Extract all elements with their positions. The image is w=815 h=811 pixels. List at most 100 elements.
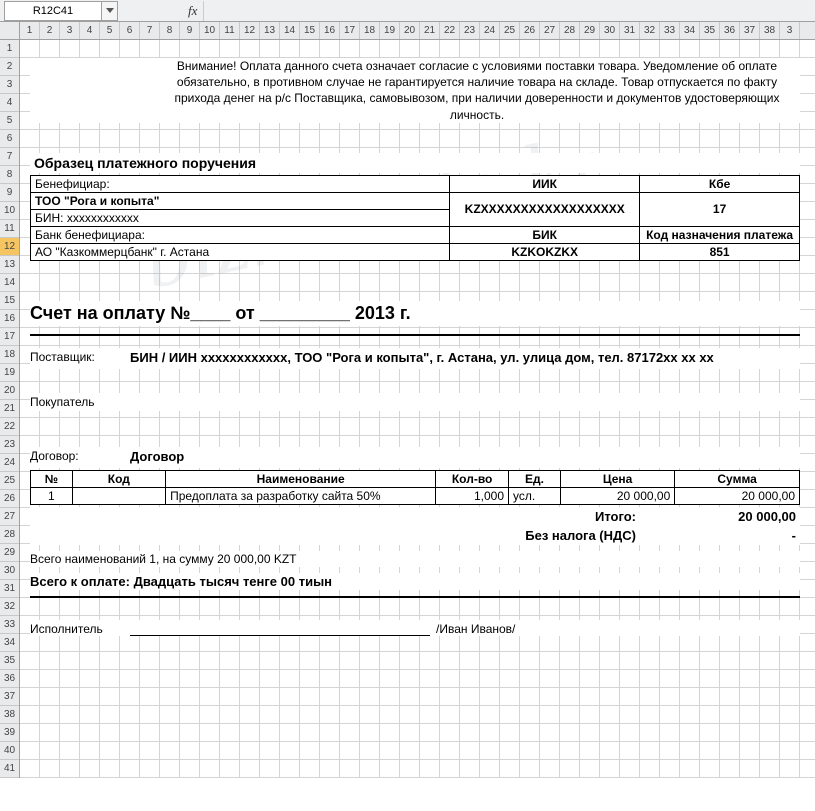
row-header[interactable]: 39 [0, 724, 19, 742]
column-header[interactable]: 31 [620, 22, 640, 39]
column-header[interactable]: 11 [220, 22, 240, 39]
row-header[interactable]: 35 [0, 652, 19, 670]
row-header[interactable]: 2 [0, 58, 19, 76]
row-header[interactable]: 17 [0, 328, 19, 346]
grid-content[interactable]: biznesinfo.kz Внимание! Оплата данного с… [20, 40, 815, 778]
row-header[interactable]: 9 [0, 184, 19, 202]
row-header[interactable]: 25 [0, 472, 19, 490]
column-header[interactable]: 21 [420, 22, 440, 39]
column-header[interactable]: 24 [480, 22, 500, 39]
row-header[interactable]: 29 [0, 544, 19, 562]
column-header[interactable]: 3 [60, 22, 80, 39]
column-header[interactable]: 32 [640, 22, 660, 39]
name-box[interactable]: R12C41 [4, 1, 102, 21]
column-header[interactable]: 30 [600, 22, 620, 39]
invoice-title: Счет на оплату №____ от _________ 2013 г… [30, 301, 800, 326]
row-header[interactable]: 38 [0, 706, 19, 724]
name-box-dropdown[interactable] [102, 1, 118, 21]
column-header[interactable]: 19 [380, 22, 400, 39]
col-no: № [31, 470, 73, 487]
column-header[interactable]: 23 [460, 22, 480, 39]
row-header[interactable]: 30 [0, 562, 19, 580]
column-header[interactable]: 13 [260, 22, 280, 39]
row-header[interactable]: 4 [0, 94, 19, 112]
row-header[interactable]: 12 [0, 238, 19, 256]
buyer-value [130, 395, 800, 409]
cell-price: 20 000,00 [560, 487, 674, 504]
row-header[interactable]: 11 [0, 220, 19, 238]
row-header[interactable]: 14 [0, 274, 19, 292]
row-header[interactable]: 26 [0, 490, 19, 508]
formula-input[interactable] [203, 1, 815, 21]
col-sum: Сумма [675, 470, 800, 487]
row-header[interactable]: 20 [0, 382, 19, 400]
row-header[interactable]: 34 [0, 634, 19, 652]
row-header[interactable]: 16 [0, 310, 19, 328]
row-header[interactable]: 18 [0, 346, 19, 364]
column-header[interactable]: 14 [280, 22, 300, 39]
row-header[interactable]: 32 [0, 598, 19, 616]
column-header[interactable]: 16 [320, 22, 340, 39]
column-header[interactable]: 9 [180, 22, 200, 39]
row-header[interactable]: 22 [0, 418, 19, 436]
column-headers: 1234567891011121314151617181920212223242… [0, 22, 815, 40]
column-header[interactable]: 12 [240, 22, 260, 39]
row-header[interactable]: 31 [0, 580, 19, 598]
supplier-label: Поставщик: [30, 350, 130, 367]
sample-label: Образец платежного поручения [30, 153, 800, 173]
supplier-value: БИН / ИИН xxxxxxxxxxxx, ТОО "Рога и копы… [130, 350, 800, 367]
column-header[interactable]: 34 [680, 22, 700, 39]
column-header[interactable]: 38 [760, 22, 780, 39]
column-header[interactable]: 6 [120, 22, 140, 39]
column-header[interactable]: 35 [700, 22, 720, 39]
column-header[interactable]: 4 [80, 22, 100, 39]
column-header[interactable]: 18 [360, 22, 380, 39]
column-header[interactable]: 2 [40, 22, 60, 39]
row-header[interactable]: 23 [0, 436, 19, 454]
row-header[interactable]: 13 [0, 256, 19, 274]
column-header[interactable]: 36 [720, 22, 740, 39]
formula-bar: R12C41 fx [0, 0, 815, 22]
row-header[interactable]: 33 [0, 616, 19, 634]
column-header[interactable]: 10 [200, 22, 220, 39]
column-header[interactable]: 20 [400, 22, 420, 39]
column-header[interactable]: 22 [440, 22, 460, 39]
row-header[interactable]: 24 [0, 454, 19, 472]
column-header[interactable]: 5 [100, 22, 120, 39]
row-header[interactable]: 27 [0, 508, 19, 526]
row-header[interactable]: 36 [0, 670, 19, 688]
row-header[interactable]: 6 [0, 130, 19, 148]
row-header[interactable]: 8 [0, 166, 19, 184]
column-header[interactable]: 7 [140, 22, 160, 39]
row-header[interactable]: 1 [0, 40, 19, 58]
fx-icon[interactable]: fx [188, 3, 197, 19]
row-header[interactable]: 3 [0, 76, 19, 94]
row-header[interactable]: 40 [0, 742, 19, 760]
column-header[interactable]: 8 [160, 22, 180, 39]
column-header[interactable]: 3 [780, 22, 800, 39]
column-header[interactable]: 29 [580, 22, 600, 39]
select-all-corner[interactable] [0, 22, 20, 39]
row-header[interactable]: 37 [0, 688, 19, 706]
document-overlay: Внимание! Оплата данного счета означает … [30, 40, 800, 636]
row-header[interactable]: 5 [0, 112, 19, 130]
row-header[interactable]: 21 [0, 400, 19, 418]
row-header[interactable]: 10 [0, 202, 19, 220]
supplier-row: Поставщик: БИН / ИИН xxxxxxxxxxxx, ТОО "… [30, 348, 800, 369]
executor-label: Исполнитель [30, 622, 130, 636]
bank-details-table: Бенефициар: ИИК Кбе ТОО "Рога и копыта" … [30, 175, 800, 261]
column-header[interactable]: 28 [560, 22, 580, 39]
row-header[interactable]: 19 [0, 364, 19, 382]
column-header[interactable]: 37 [740, 22, 760, 39]
column-header[interactable]: 27 [540, 22, 560, 39]
column-header[interactable]: 15 [300, 22, 320, 39]
row-header[interactable]: 15 [0, 292, 19, 310]
column-header[interactable]: 17 [340, 22, 360, 39]
column-header[interactable]: 26 [520, 22, 540, 39]
row-header[interactable]: 7 [0, 148, 19, 166]
row-header[interactable]: 41 [0, 760, 19, 778]
row-header[interactable]: 28 [0, 526, 19, 544]
column-header[interactable]: 33 [660, 22, 680, 39]
column-header[interactable]: 25 [500, 22, 520, 39]
column-header[interactable]: 1 [20, 22, 40, 39]
